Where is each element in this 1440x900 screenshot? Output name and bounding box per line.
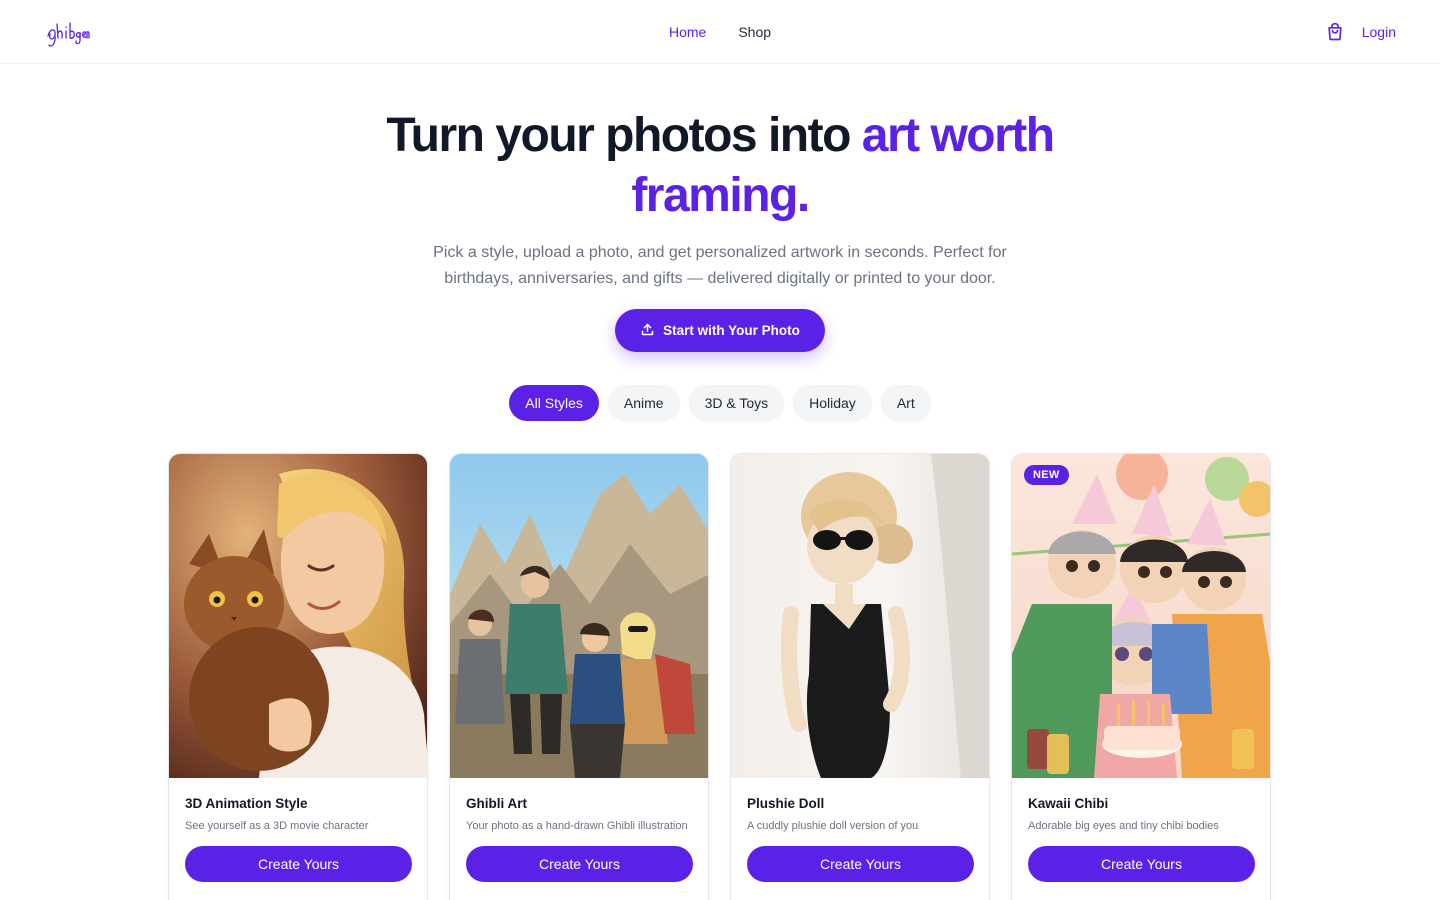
style-card-3d-animation[interactable]: 3D Animation Style See yourself as a 3D …	[168, 453, 428, 900]
filter-chip-art[interactable]: Art	[880, 385, 931, 421]
create-yours-button[interactable]: Create Yours	[466, 846, 693, 882]
card-body: Kawaii Chibi Adorable big eyes and tiny …	[1012, 778, 1270, 882]
hero-title: Turn your photos into art worth framing.	[0, 106, 1440, 226]
card-title: Kawaii Chibi	[1028, 796, 1109, 811]
style-card-grid: 3D Animation Style See yourself as a 3D …	[168, 453, 1271, 900]
login-link[interactable]: Login	[1362, 24, 1396, 40]
create-yours-button[interactable]: Create Yours	[1028, 846, 1255, 882]
nav-right-actions: Login	[1324, 0, 1396, 64]
filter-chip-3d-toys[interactable]: 3D & Toys	[688, 385, 785, 421]
card-description: See yourself as a 3D movie character	[185, 820, 369, 832]
card-body: Ghibli Art Your photo as a hand-drawn Gh…	[450, 778, 708, 882]
card-description: Adorable big eyes and tiny chibi bodies	[1028, 820, 1219, 832]
card-title: Plushie Doll	[747, 796, 825, 811]
main-nav: Home Shop	[0, 0, 1440, 64]
card-image-3d-animation	[169, 454, 427, 778]
nav-home-link[interactable]: Home	[669, 24, 706, 40]
create-yours-button[interactable]: Create Yours	[747, 846, 974, 882]
start-with-photo-label: Start with Your Photo	[663, 323, 800, 338]
brand-logo[interactable]	[42, 14, 90, 50]
hero-title-accent: art worth	[861, 109, 1055, 162]
filter-chip-holiday[interactable]: Holiday	[793, 385, 872, 421]
card-title: Ghibli Art	[466, 796, 527, 811]
style-card-kawaii-chibi[interactable]: NEW Kawaii Chibi Adorable big eyes and t…	[1011, 453, 1271, 900]
style-card-plushie-doll[interactable]: Plushie Doll A cuddly plushie doll versi…	[730, 453, 990, 900]
filter-chip-all-styles[interactable]: All Styles	[509, 385, 599, 421]
start-with-photo-button[interactable]: Start with Your Photo	[615, 309, 825, 352]
hero-subtitle: Pick a style, upload a photo, and get pe…	[433, 244, 1007, 287]
card-image-ghibli-art	[450, 454, 708, 778]
card-body: Plushie Doll A cuddly plushie doll versi…	[731, 778, 989, 882]
hero-title-plain: Turn your photos into	[386, 109, 862, 162]
shopping-bag-icon[interactable]	[1324, 21, 1346, 43]
hero-title-accent-line2: framing.	[631, 169, 810, 222]
style-card-ghibli-art[interactable]: Ghibli Art Your photo as a hand-drawn Gh…	[449, 453, 709, 900]
card-image-plushie-doll	[731, 454, 989, 778]
card-description: Your photo as a hand-drawn Ghibli illust…	[466, 820, 688, 832]
nav-shop-link[interactable]: Shop	[738, 24, 771, 40]
card-description: A cuddly plushie doll version of you	[747, 820, 919, 832]
style-filter-bar: All Styles Anime 3D & Toys Holiday Art	[0, 385, 1440, 421]
create-yours-button[interactable]: Create Yours	[185, 846, 412, 882]
card-title: 3D Animation Style	[185, 796, 308, 811]
card-body: 3D Animation Style See yourself as a 3D …	[169, 778, 427, 882]
upload-icon	[640, 322, 655, 340]
new-badge: NEW	[1024, 465, 1069, 485]
card-image-kawaii-chibi: NEW	[1012, 454, 1270, 778]
top-navbar: Home Shop Login	[0, 0, 1440, 64]
filter-chip-anime[interactable]: Anime	[607, 385, 680, 421]
